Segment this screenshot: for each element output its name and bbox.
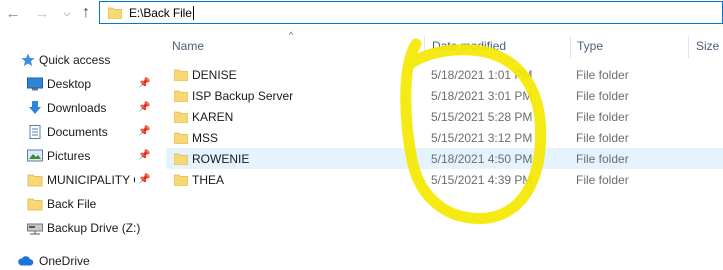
pin-icon[interactable]: 📌 <box>138 78 150 90</box>
desktop-icon <box>27 77 43 91</box>
file-name: KAREN <box>192 110 234 124</box>
nav-item-label: Documents <box>47 125 108 139</box>
file-type: File folder <box>576 131 629 145</box>
recent-locations-button[interactable]: ⌵ <box>58 3 76 23</box>
nav-item-municipality[interactable]: MUNICIPALITY O 📌 <box>0 170 160 190</box>
nav-item-label: Downloads <box>47 101 107 115</box>
documents-icon <box>27 125 43 139</box>
pin-icon[interactable]: 📌 <box>138 126 150 138</box>
column-divider[interactable] <box>688 36 689 58</box>
column-header-label: Date modified <box>432 39 507 53</box>
file-row[interactable]: DENISE 5/18/2021 1:01 PM File folder <box>166 64 723 85</box>
back-button[interactable]: ← <box>4 3 22 23</box>
network-drive-icon <box>27 221 43 235</box>
column-header-type[interactable]: Type <box>577 37 603 55</box>
column-header-label: Size <box>696 39 720 53</box>
forward-button[interactable]: → <box>33 3 51 23</box>
nav-item-label: Back File <box>47 197 97 211</box>
sort-ascending-icon: ^ <box>289 30 294 40</box>
column-header-label: Type <box>577 39 604 53</box>
chevron-down-icon: ⌵ <box>63 7 71 18</box>
folder-icon <box>174 69 188 81</box>
column-header-size[interactable]: Size <box>696 37 719 55</box>
nav-item-label: Desktop <box>47 77 92 91</box>
text-cursor <box>192 5 194 20</box>
nav-item-label: MUNICIPALITY O <box>47 173 135 187</box>
folder-icon <box>174 111 188 123</box>
folder-icon <box>174 90 188 102</box>
folder-icon <box>108 7 122 19</box>
file-name: ROWENIE <box>192 152 250 166</box>
nav-item-pictures[interactable]: Pictures 📌 <box>0 146 160 166</box>
file-type: File folder <box>576 152 629 166</box>
address-bar[interactable]: E:\Back File <box>99 1 723 24</box>
column-header-label: Name <box>172 39 205 53</box>
nav-item-desktop[interactable]: Desktop 📌 <box>0 74 160 94</box>
file-date-modified: 5/18/2021 1:01 PM <box>431 68 533 82</box>
pin-icon[interactable]: 📌 <box>138 102 150 114</box>
download-icon <box>27 101 43 115</box>
pictures-icon <box>27 149 43 163</box>
file-date-modified: 5/15/2021 5:28 PM <box>431 110 533 124</box>
navigation-pane: Quick access Desktop 📌 Downloads 📌 Docum… <box>0 40 160 268</box>
file-name: MSS <box>192 131 219 145</box>
folder-icon <box>174 153 188 165</box>
file-row-selected[interactable]: ROWENIE 5/18/2021 4:50 PM File folder <box>166 148 723 169</box>
arrow-left-icon: ← <box>5 4 21 22</box>
nav-item-quick-access[interactable]: Quick access <box>0 50 160 70</box>
file-name: THEA <box>192 173 225 187</box>
file-row[interactable]: KAREN 5/15/2021 5:28 PM File folder <box>166 106 723 127</box>
file-type: File folder <box>576 68 629 82</box>
file-row[interactable]: MSS 5/15/2021 3:12 PM File folder <box>166 127 723 148</box>
column-divider[interactable] <box>424 36 425 58</box>
nav-item-onedrive[interactable]: OneDrive <box>0 250 160 270</box>
nav-item-documents[interactable]: Documents 📌 <box>0 122 160 142</box>
file-date-modified: 5/18/2021 4:50 PM <box>431 152 533 166</box>
column-divider[interactable] <box>570 36 571 58</box>
nav-item-label: Pictures <box>47 149 91 163</box>
file-date-modified: 5/15/2021 4:39 PM <box>431 173 533 187</box>
folder-icon <box>174 174 188 186</box>
file-row[interactable]: THEA 5/15/2021 4:39 PM File folder <box>166 169 723 190</box>
column-header-name[interactable]: Name <box>172 37 204 55</box>
file-date-modified: 5/18/2021 3:01 PM <box>431 89 533 103</box>
folder-icon <box>27 173 43 187</box>
folder-icon <box>174 132 188 144</box>
address-toolbar: ← → ⌵ ↑ E:\Back File <box>0 0 723 27</box>
file-type: File folder <box>576 173 629 187</box>
file-type: File folder <box>576 89 629 103</box>
file-date-modified: 5/15/2021 3:12 PM <box>431 131 533 145</box>
arrow-right-icon: → <box>34 4 50 22</box>
nav-item-back-file[interactable]: Back File <box>0 194 160 214</box>
folder-icon <box>27 197 43 211</box>
nav-item-backup-drive[interactable]: Backup Drive (Z:) <box>0 218 160 238</box>
pin-icon[interactable]: 📌 <box>138 174 150 186</box>
file-type: File folder <box>576 110 629 124</box>
pin-icon[interactable]: 📌 <box>138 150 150 162</box>
file-name: ISP Backup Server <box>192 89 294 103</box>
star-icon <box>20 53 36 67</box>
address-path[interactable]: E:\Back File <box>129 6 192 20</box>
file-row[interactable]: ISP Backup Server 5/18/2021 3:01 PM File… <box>166 85 723 106</box>
up-button[interactable]: ↑ <box>77 3 95 23</box>
nav-item-label: Quick access <box>39 53 111 67</box>
arrow-up-icon: ↑ <box>82 4 90 21</box>
nav-item-label: Backup Drive (Z:) <box>47 221 141 235</box>
nav-item-downloads[interactable]: Downloads 📌 <box>0 98 160 118</box>
file-name: DENISE <box>192 68 237 82</box>
column-header-date-modified[interactable]: Date modified <box>432 37 506 55</box>
